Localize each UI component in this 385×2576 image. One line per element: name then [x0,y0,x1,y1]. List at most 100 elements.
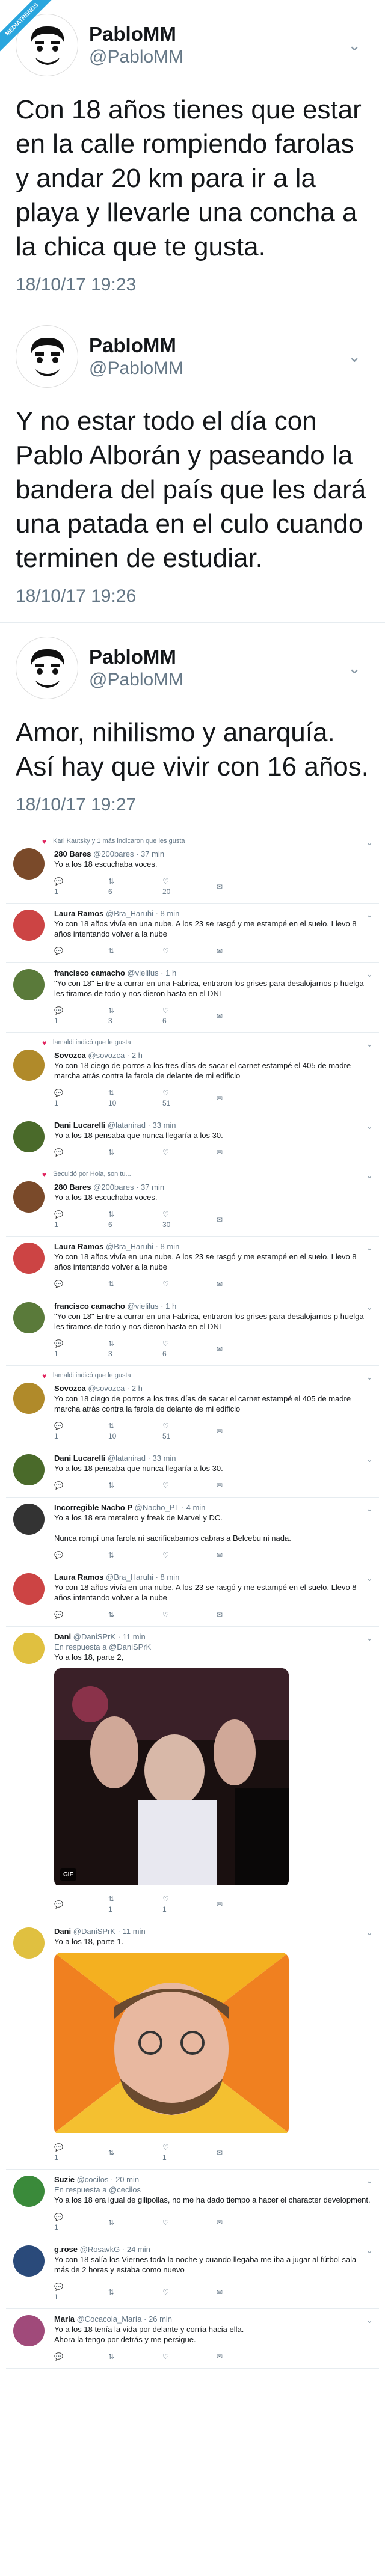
retweet-action[interactable]: ⇅ 3 [108,1339,162,1359]
like-action[interactable]: ♡ 20 [162,877,217,897]
retweet-action[interactable]: ⇅ [108,1550,162,1561]
reply-tweet[interactable]: ⌄ francisco camacho @vielilus · 1 h "Yo co… [6,963,379,1033]
author-handle[interactable]: @PabloMM [89,670,183,690]
main-tweet[interactable]: PabloMM @PabloMM ⌄ Amor, nihilismo y anarqu… [0,623,385,831]
reply-action[interactable]: 💬 [54,1279,108,1290]
reply-action[interactable]: 💬 1 [54,2212,108,2233]
like-action[interactable]: ♡ [162,946,217,956]
reply-tweet[interactable]: ⌄ María @Cocacola_María · 26 min Yo a los … [6,2309,379,2369]
dm-action[interactable]: ✉ [217,1094,271,1104]
author-handle[interactable]: @RosavkG · 24 min [80,2245,150,2254]
chevron-down-icon[interactable]: ⌄ [366,1927,373,1938]
dm-action[interactable]: ✉ [217,946,271,956]
avatar[interactable] [13,1504,45,1535]
retweet-action[interactable]: ⇅ [108,2218,162,2228]
avatar[interactable] [13,2315,45,2346]
author-handle[interactable]: @PabloMM [89,47,183,67]
chevron-down-icon[interactable]: ⌄ [366,1454,373,1464]
chevron-down-icon[interactable]: ⌄ [348,36,361,55]
reply-tweet[interactable]: ⌄ Laura Ramos @Bra_Haruhi · 8 min Yo con 1… [6,1567,379,1627]
avatar[interactable] [13,1573,45,1605]
avatar[interactable] [13,1454,45,1485]
author-name[interactable]: Dani Lucarelli [54,1454,105,1463]
dm-action[interactable]: ✉ [217,1344,271,1354]
reply-to[interactable]: En respuesta a @DaniSPrK [54,1642,373,1652]
author-name[interactable]: 280 Bares [54,1182,91,1192]
like-action[interactable]: ♡ [162,1481,217,1491]
like-action[interactable]: ♡ [162,1148,217,1158]
reply-action[interactable]: 💬 1 [54,1210,108,1230]
author-handle[interactable]: @Bra_Haruhi · 8 min [106,1242,179,1251]
avatar[interactable] [13,1050,45,1081]
dm-action[interactable]: ✉ [217,1215,271,1225]
reply-action[interactable]: 💬 [54,1610,108,1620]
author-name[interactable]: francisco camacho [54,968,125,977]
avatar[interactable] [13,969,45,1000]
reply-action[interactable]: 💬 1 [54,877,108,897]
author-handle[interactable]: @Nacho_PT · 4 min [135,1503,206,1512]
author-handle[interactable]: @vielilus · 1 h [127,968,176,977]
author-name[interactable]: Suzie [54,2175,75,2184]
chevron-down-icon[interactable]: ⌄ [366,1121,373,1131]
like-action[interactable]: ♡ 6 [162,1339,217,1359]
main-tweet[interactable]: PabloMM @PabloMM ⌄ Con 18 años tienes que e… [0,0,385,311]
reply-action[interactable]: 💬 1 [54,1088,108,1109]
like-action[interactable]: ♡ 51 [162,1421,217,1442]
dm-action[interactable]: ✉ [217,1011,271,1021]
author-handle[interactable]: @cocilos · 20 min [77,2175,140,2184]
author-name[interactable]: Laura Ramos [54,1242,103,1251]
author-handle[interactable]: @200bares · 37 min [93,1182,164,1192]
reply-to[interactable]: En respuesta a @cecilos [54,2185,373,2195]
author-name[interactable]: Laura Ramos [54,1573,103,1582]
author-name[interactable]: PabloMM [89,23,183,46]
dm-action[interactable]: ✉ [217,1427,271,1437]
retweet-action[interactable]: ⇅ 3 [108,1006,162,1026]
author-name[interactable]: PabloMM [89,646,183,668]
author-name[interactable]: María [54,2314,75,2324]
tweet-date[interactable]: 18/10/17 19:27 [16,795,369,815]
author-handle[interactable]: @Bra_Haruhi · 8 min [106,1573,179,1582]
reply-action[interactable]: 💬 [54,1481,108,1491]
author-handle[interactable]: @Bra_Haruhi · 8 min [106,909,179,918]
tweet-date[interactable]: 18/10/17 19:23 [16,275,369,295]
retweet-action[interactable]: ⇅ [108,1481,162,1491]
like-action[interactable]: ♡ [162,2218,217,2228]
like-action[interactable]: ♡ 51 [162,1088,217,1109]
retweet-action[interactable]: ⇅ [108,2352,162,2362]
like-action[interactable]: ♡ [162,2287,217,2298]
chevron-down-icon[interactable]: ⌄ [366,1372,373,1382]
chevron-down-icon[interactable]: ⌄ [366,1243,373,1253]
reply-tweet[interactable]: ♥ lamaldi indicó que le gusta ⌄ Sovozca @so… [6,1366,379,1448]
chevron-down-icon[interactable]: ⌄ [366,969,373,979]
retweet-action[interactable]: ⇅ [108,2287,162,2298]
chevron-down-icon[interactable]: ⌄ [366,1039,373,1049]
like-action[interactable]: ♡ [162,1550,217,1561]
chevron-down-icon[interactable]: ⌄ [366,1170,373,1181]
chevron-down-icon[interactable]: ⌄ [366,2176,373,2186]
dm-action[interactable]: ✉ [217,1900,271,1910]
like-action[interactable]: ♡ [162,2352,217,2362]
retweet-action[interactable]: ⇅ 10 [108,1421,162,1442]
retweet-action[interactable]: ⇅ [108,1610,162,1620]
dm-action[interactable]: ✉ [217,1550,271,1561]
reply-tweet[interactable]: ⌄ Dani @DaniSPrK · 11 min Yo a los 18, par… [6,1921,379,2170]
tweet-date[interactable]: 18/10/17 19:26 [16,586,369,607]
author-handle[interactable]: @sovozca · 2 h [88,1051,143,1060]
chevron-down-icon[interactable]: ⌄ [366,1302,373,1312]
author-handle[interactable]: @sovozca · 2 h [88,1384,143,1393]
tweet-media[interactable]: GIF [54,1668,289,1887]
gif-image[interactable] [54,1668,289,1885]
reply-action[interactable]: 💬 1 [54,1339,108,1359]
avatar[interactable] [13,1121,45,1152]
author-name[interactable]: PabloMM [89,334,183,357]
like-action[interactable]: ♡ 1 [162,2143,217,2163]
reply-action[interactable]: 💬 [54,946,108,956]
retweet-action[interactable]: ⇅ 10 [108,1088,162,1109]
author-handle[interactable]: @DaniSPrK · 11 min [73,1632,146,1641]
dm-action[interactable]: ✉ [217,882,271,892]
reply-action[interactable]: 💬 [54,1148,108,1158]
retweet-action[interactable]: ⇅ [108,2148,162,2158]
dm-action[interactable]: ✉ [217,1481,271,1491]
author-handle[interactable]: @200bares · 37 min [93,849,164,858]
author-handle[interactable]: @latanirad · 33 min [108,1121,176,1130]
